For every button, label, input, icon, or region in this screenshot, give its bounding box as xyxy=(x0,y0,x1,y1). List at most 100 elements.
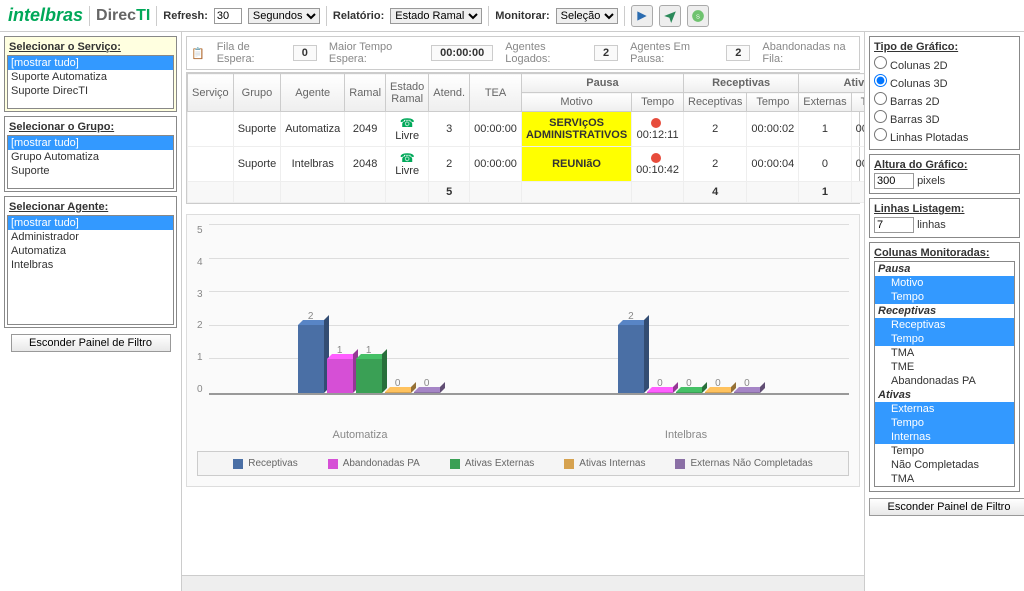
x-labels: AutomatizaIntelbras xyxy=(197,429,849,441)
tipo-title: Tipo de Gráfico: xyxy=(874,41,1015,53)
list-item[interactable]: [mostrar tudo] xyxy=(8,56,173,70)
list-item[interactable]: Suporte xyxy=(8,164,173,178)
legend-item: Abandonadas PA xyxy=(328,458,420,469)
tipo-radio-colunas-3d[interactable]: Colunas 3D xyxy=(874,73,1015,91)
queue-icon: 📋 xyxy=(191,47,205,60)
tipo-radio-barras-3d[interactable]: Barras 3D xyxy=(874,109,1015,127)
linhas-unit: linhas xyxy=(917,219,946,231)
list-item[interactable]: Intelbras xyxy=(8,258,173,272)
list-item[interactable]: Administrador xyxy=(8,230,173,244)
chart-plot: 2110020000 xyxy=(209,225,849,395)
filter-servico-title: Selecionar o Serviço: xyxy=(7,39,174,55)
separator xyxy=(488,6,489,26)
th-receptivas[interactable]: Receptivas xyxy=(684,93,747,112)
chart-bar: 1 xyxy=(356,359,382,393)
th-pausa-grp: Pausa xyxy=(521,74,683,93)
table-row: SuporteAutomatiza2049 ☎ Livre 300:00:00 … xyxy=(188,112,865,147)
phone-icon: ☎ xyxy=(400,116,415,130)
filter-agente: Selecionar Agente: [mostrar tudo]Adminis… xyxy=(4,196,177,328)
filter-grupo: Selecionar o Grupo: [mostrar tudo]Grupo … xyxy=(4,116,177,192)
table-body: SuporteAutomatiza2049 ☎ Livre 300:00:00 … xyxy=(188,112,865,203)
relatorio-label: Relatório: xyxy=(333,10,384,22)
mon-option[interactable]: Abandonadas PA xyxy=(875,374,1014,388)
refresh-input[interactable] xyxy=(214,8,242,24)
servico-listbox[interactable]: [mostrar tudo]Suporte AutomatizaSuporte … xyxy=(7,55,174,109)
list-item[interactable]: [mostrar tudo] xyxy=(8,216,173,230)
th-etempo[interactable]: Tempo xyxy=(851,93,864,112)
legend-item: Externas Não Completadas xyxy=(675,458,812,469)
list-item[interactable]: Suporte DirecTI xyxy=(8,84,173,98)
list-item[interactable]: Automatiza xyxy=(8,244,173,258)
chart-bar: 0 xyxy=(734,392,760,393)
mon-option[interactable]: TME xyxy=(875,360,1014,374)
agente-listbox[interactable]: [mostrar tudo]AdministradorAutomatizaInt… xyxy=(7,215,174,325)
mon-option[interactable]: Externas xyxy=(875,402,1014,416)
mon-listbox[interactable]: PausaMotivoTempoReceptivasReceptivasTemp… xyxy=(874,261,1015,487)
th-ativas-grp: Ativas xyxy=(799,74,864,93)
status-icon[interactable]: S xyxy=(687,5,709,27)
play-icon[interactable] xyxy=(631,5,653,27)
refresh-label: Refresh: xyxy=(163,10,208,22)
tipo-radio-colunas-2d[interactable]: Colunas 2D xyxy=(874,55,1015,73)
filter-servico: Selecionar o Serviço: [mostrar tudo]Supo… xyxy=(4,36,177,112)
mon-option[interactable]: TMA xyxy=(875,472,1014,486)
monitorar-select[interactable]: Seleção xyxy=(556,8,618,24)
pausa-label: Agentes Em Pausa: xyxy=(630,41,714,65)
mon-group: Geral xyxy=(875,486,1014,487)
th-agente[interactable]: Agente xyxy=(281,74,345,112)
maior-label: Maior Tempo Espera: xyxy=(329,41,419,65)
th-atend[interactable]: Atend. xyxy=(429,74,470,112)
logados-value: 2 xyxy=(594,45,618,61)
hide-filter-button-right[interactable]: Esconder Painel de Filtro xyxy=(869,498,1024,516)
mon-option[interactable]: Tempo xyxy=(875,444,1014,458)
altura-title: Altura do Gráfico: xyxy=(874,159,1015,171)
horizontal-scrollbar[interactable] xyxy=(182,575,864,591)
th-estado[interactable]: Estado Ramal xyxy=(386,74,429,112)
separator xyxy=(156,6,157,26)
topbar: intelbras DirecTI Refresh: Segundos Rela… xyxy=(0,0,1024,32)
mon-option[interactable]: Motivo xyxy=(875,276,1014,290)
altura-input[interactable] xyxy=(874,173,914,189)
linhas-input[interactable] xyxy=(874,217,914,233)
relatorio-select[interactable]: Estado Ramal xyxy=(390,8,482,24)
mon-group: Receptivas xyxy=(875,304,1014,318)
pause-indicator-icon xyxy=(651,153,661,163)
chart-container: 543210 2110020000 AutomatizaIntelbras Re… xyxy=(186,214,860,487)
linhas-box: Linhas Listagem: linhas xyxy=(869,198,1020,238)
chart-cluster: 21100 xyxy=(209,225,529,393)
center-panel: 📋 Fila de Espera: 0 Maior Tempo Espera: … xyxy=(182,32,864,591)
th-ramal[interactable]: Ramal xyxy=(345,74,386,112)
chart-bar: 0 xyxy=(676,392,702,393)
chart-bar: 0 xyxy=(647,392,673,393)
th-grupo[interactable]: Grupo xyxy=(233,74,281,112)
th-rtempo[interactable]: Tempo xyxy=(747,93,799,112)
th-motivo[interactable]: Motivo xyxy=(521,93,631,112)
list-item[interactable]: Suporte Automatiza xyxy=(8,70,173,84)
mon-option[interactable]: Não Completadas xyxy=(875,458,1014,472)
mon-option[interactable]: Tempo xyxy=(875,416,1014,430)
hide-filter-button-left[interactable]: Esconder Painel de Filtro xyxy=(11,334,171,352)
th-servico[interactable]: Serviço xyxy=(188,74,234,112)
mon-option[interactable]: TMA xyxy=(875,346,1014,360)
mon-option[interactable]: Receptivas xyxy=(875,318,1014,332)
th-tea[interactable]: TEA xyxy=(470,74,522,112)
legend-item: Ativas Internas xyxy=(564,458,645,469)
mon-option[interactable]: Tempo xyxy=(875,290,1014,304)
tipo-radio-barras-2d[interactable]: Barras 2D xyxy=(874,91,1015,109)
th-ptempo[interactable]: Tempo xyxy=(632,93,684,112)
grupo-listbox[interactable]: [mostrar tudo]Grupo AutomatizaSuporte xyxy=(7,135,174,189)
list-item[interactable]: [mostrar tudo] xyxy=(8,136,173,150)
tipo-grafico-box: Tipo de Gráfico: Colunas 2D Colunas 3D B… xyxy=(869,36,1020,150)
table-totals: 541 xyxy=(188,182,865,203)
list-item[interactable]: Grupo Automatiza xyxy=(8,150,173,164)
mon-option[interactable]: Tempo xyxy=(875,332,1014,346)
th-rec-grp: Receptivas xyxy=(684,74,799,93)
refresh-unit-select[interactable]: Segundos xyxy=(248,8,320,24)
send-icon[interactable] xyxy=(659,5,681,27)
svg-text:S: S xyxy=(696,14,700,20)
tipo-radio-linhas-plotadas[interactable]: Linhas Plotadas xyxy=(874,127,1015,145)
chart-bar: 2 xyxy=(618,325,644,393)
mon-box: Colunas Monitoradas: PausaMotivoTempoRec… xyxy=(869,242,1020,492)
mon-option[interactable]: Internas xyxy=(875,430,1014,444)
th-externas[interactable]: Externas xyxy=(799,93,851,112)
